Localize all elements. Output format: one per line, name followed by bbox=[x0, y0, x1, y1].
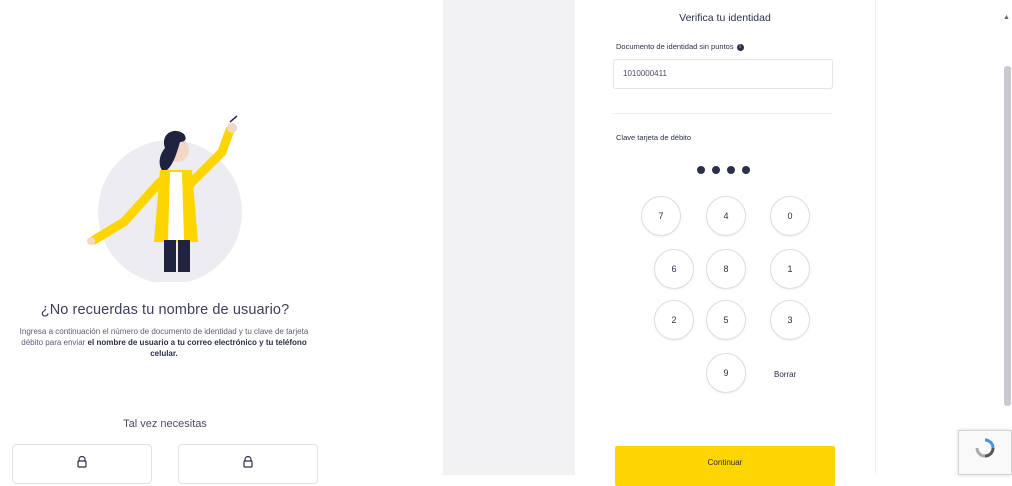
recaptcha-badge[interactable] bbox=[958, 430, 1012, 475]
divider bbox=[613, 113, 833, 114]
verify-identity-title: Verifica tu identidad bbox=[679, 12, 771, 24]
password-label: Clave tarjeta de débito bbox=[616, 133, 692, 142]
document-label-text: Documento de identidad sin puntos bbox=[616, 42, 734, 51]
forgot-username-description: Ingresa a continuación el número de docu… bbox=[14, 326, 314, 359]
pin-dot bbox=[727, 166, 735, 174]
keypad-key[interactable]: 6 bbox=[654, 249, 694, 289]
option-card-2[interactable] bbox=[178, 444, 318, 484]
keypad-key[interactable]: 4 bbox=[706, 196, 746, 236]
keypad-key[interactable]: 9 bbox=[706, 353, 746, 393]
keypad-key[interactable]: 1 bbox=[770, 249, 810, 289]
keypad-key[interactable]: 2 bbox=[654, 300, 694, 340]
continue-button[interactable]: Continuar bbox=[615, 446, 835, 486]
delete-button[interactable]: Borrar bbox=[774, 370, 796, 379]
keypad-key[interactable]: 7 bbox=[641, 196, 681, 236]
keypad-key[interactable]: 0 bbox=[770, 196, 810, 236]
keypad-key[interactable]: 5 bbox=[706, 300, 746, 340]
lock-icon bbox=[243, 455, 253, 468]
pin-dot bbox=[697, 166, 705, 174]
maybe-you-need-label: Tal vez necesitas bbox=[123, 418, 207, 430]
lock-icon bbox=[77, 455, 87, 468]
description-bold-text: el nombre de usuario a tu correo electró… bbox=[87, 338, 307, 358]
info-icon[interactable]: i bbox=[736, 43, 744, 51]
document-label: Documento de identidad sin puntos i bbox=[616, 42, 744, 51]
woman-waving-illustration bbox=[87, 115, 242, 282]
keypad-key[interactable]: 3 bbox=[770, 300, 810, 340]
recaptcha-icon bbox=[975, 438, 995, 458]
keypad-key[interactable]: 8 bbox=[706, 249, 746, 289]
option-card-1[interactable] bbox=[12, 444, 152, 484]
forgot-username-title: ¿No recuerdas tu nombre de usuario? bbox=[40, 302, 290, 318]
pin-dot bbox=[712, 166, 720, 174]
pin-dots bbox=[697, 166, 750, 174]
document-input[interactable]: 1010000411 bbox=[613, 59, 833, 89]
left-panel: ¿No recuerdas tu nombre de usuario? Ingr… bbox=[0, 0, 330, 484]
scrollbar[interactable] bbox=[1004, 66, 1011, 406]
pin-dot bbox=[742, 166, 750, 174]
scroll-up-arrow-icon[interactable]: ▲ bbox=[1003, 14, 1010, 21]
